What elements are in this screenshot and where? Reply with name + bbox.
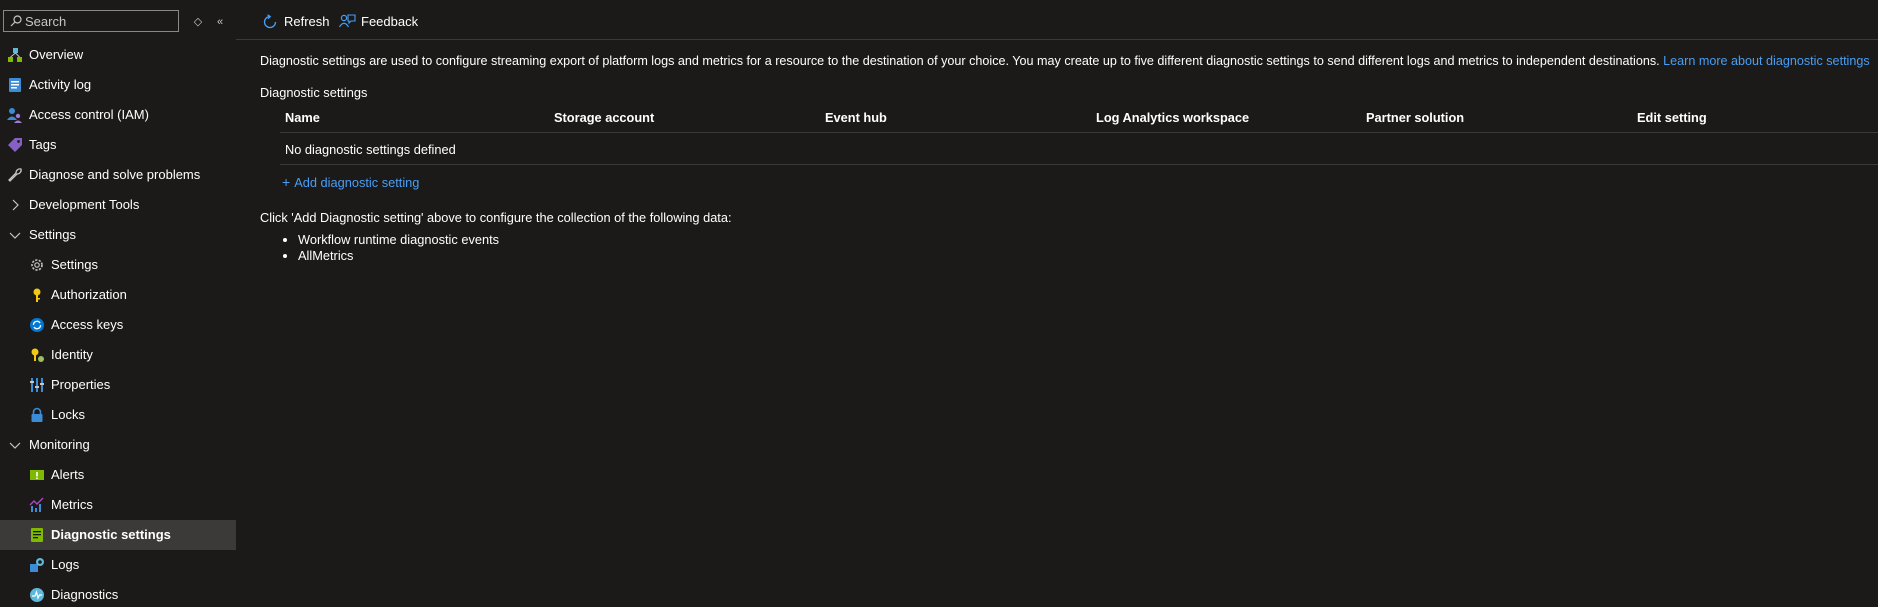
identity-icon	[31, 348, 44, 362]
data-list: Workflow runtime diagnostic events AllMe…	[260, 232, 499, 264]
column-header-storage-account[interactable]: Storage account	[554, 110, 654, 125]
sidebar-item-overview[interactable]: Overview	[0, 40, 236, 70]
diagnostic-settings-table: Name Storage account Event hub Log Analy…	[280, 105, 1878, 165]
key-icon	[33, 288, 41, 302]
table-row: No diagnostic settings defined	[280, 133, 1878, 165]
activity-log-icon	[9, 78, 21, 92]
section-title: Diagnostic settings	[260, 85, 368, 100]
sidebar-group-label: Development Tools	[29, 197, 140, 212]
collapse-sidebar-icon[interactable]: «	[211, 13, 229, 31]
sidebar: ◇ « Overview	[0, 0, 236, 607]
sidebar-item-label: Logs	[51, 557, 80, 572]
sidebar-item-authorization[interactable]: Authorization	[0, 280, 236, 310]
sidebar-item-diagnostics[interactable]: Diagnostics	[0, 580, 236, 607]
description-text: Diagnostic settings are used to configur…	[260, 54, 1660, 68]
table-header: Name Storage account Event hub Log Analy…	[280, 105, 1878, 133]
plus-icon: +	[282, 174, 291, 190]
alert-icon	[30, 470, 44, 480]
sidebar-item-alerts[interactable]: Alerts	[0, 460, 236, 490]
sidebar-item-settings[interactable]: Settings	[0, 250, 236, 280]
overview-icon	[8, 48, 22, 62]
sidebar-item-diagnose[interactable]: Diagnose and solve problems	[0, 160, 236, 190]
search-box[interactable]	[3, 10, 179, 32]
sidebar-item-diagnostic-settings[interactable]: Diagnostic settings	[0, 520, 236, 550]
chevron-down-icon	[9, 442, 21, 449]
search-input[interactable]	[25, 12, 175, 30]
expand-collapse-icon[interactable]: ◇	[189, 13, 207, 31]
app-window: ◇ « Overview	[0, 0, 1878, 607]
sidebar-item-access-keys[interactable]: Access keys	[0, 310, 236, 340]
sidebar-group-label: Monitoring	[29, 437, 90, 452]
learn-more-link[interactable]: Learn more about diagnostic settings	[1663, 54, 1870, 68]
sidebar-item-label: Metrics	[51, 497, 93, 512]
sidebar-item-label: Access control (IAM)	[29, 107, 149, 122]
sidebar-item-label: Locks	[51, 407, 85, 422]
feedback-label: Feedback	[361, 14, 419, 29]
search-row: ◇ «	[3, 10, 233, 34]
description: Diagnostic settings are used to configur…	[260, 54, 1870, 68]
sidebar-item-label: Diagnostic settings	[51, 527, 171, 542]
column-header-name[interactable]: Name	[285, 110, 320, 125]
logs-icon	[30, 558, 44, 572]
sidebar-group-settings[interactable]: Settings	[0, 220, 236, 250]
feedback-icon	[339, 14, 356, 28]
sidebar-item-label: Diagnose and solve problems	[29, 167, 201, 182]
sidebar-group-monitoring[interactable]: Monitoring	[0, 430, 236, 460]
diagnostic-settings-icon	[31, 528, 43, 542]
properties-icon	[30, 378, 44, 392]
column-header-edit-setting[interactable]: Edit setting	[1637, 110, 1707, 125]
wrench-icon	[8, 168, 22, 182]
diagnostics-icon	[30, 588, 44, 602]
main-content: Refresh Feedback Diagnostic settings are…	[236, 0, 1878, 607]
sidebar-item-label: Access keys	[51, 317, 124, 332]
collection-note: Click 'Add Diagnostic setting' above to …	[260, 210, 732, 225]
sidebar-item-label: Diagnostics	[51, 587, 119, 602]
sidebar-item-access-control[interactable]: Access control (IAM)	[0, 100, 236, 130]
chevron-down-icon	[9, 232, 21, 239]
sidebar-nav: Overview Activity log Access control (IA…	[0, 40, 236, 607]
refresh-icon	[263, 14, 277, 29]
sidebar-item-identity[interactable]: Identity	[0, 340, 236, 370]
sidebar-item-label: Authorization	[51, 287, 127, 302]
lock-icon	[31, 407, 43, 422]
sidebar-item-label: Alerts	[51, 467, 85, 482]
sidebar-item-locks[interactable]: Locks	[0, 400, 236, 430]
command-bar: Refresh Feedback	[236, 0, 1878, 40]
access-keys-icon	[30, 318, 44, 332]
chevron-right-icon	[12, 199, 19, 211]
refresh-label: Refresh	[284, 14, 330, 29]
sidebar-group-label: Settings	[29, 227, 76, 242]
list-item: Workflow runtime diagnostic events	[298, 232, 499, 248]
access-control-icon	[7, 108, 22, 123]
sidebar-item-properties[interactable]: Properties	[0, 370, 236, 400]
sidebar-item-activity-log[interactable]: Activity log	[0, 70, 236, 100]
add-diagnostic-setting-link[interactable]: + Add diagnostic setting	[282, 174, 419, 190]
column-header-log-analytics[interactable]: Log Analytics workspace	[1096, 110, 1249, 125]
sidebar-item-label: Activity log	[29, 77, 92, 92]
tag-icon	[8, 138, 22, 152]
sidebar-item-logs[interactable]: Logs	[0, 550, 236, 580]
empty-message: No diagnostic settings defined	[285, 142, 456, 157]
sidebar-group-development-tools[interactable]: Development Tools	[0, 190, 236, 220]
add-diagnostic-setting-label: Add diagnostic setting	[294, 175, 420, 190]
column-header-event-hub[interactable]: Event hub	[825, 110, 887, 125]
gear-icon	[31, 259, 43, 271]
sidebar-item-tags[interactable]: Tags	[0, 130, 236, 160]
sidebar-item-label: Overview	[29, 47, 84, 62]
search-icon	[10, 15, 22, 27]
sidebar-item-metrics[interactable]: Metrics	[0, 490, 236, 520]
sidebar-item-label: Identity	[51, 347, 93, 362]
sidebar-item-label: Settings	[51, 257, 98, 272]
metrics-icon	[29, 497, 44, 512]
sidebar-item-label: Properties	[51, 377, 111, 392]
list-item: AllMetrics	[298, 248, 499, 264]
column-header-partner-solution[interactable]: Partner solution	[1366, 110, 1464, 125]
sidebar-item-label: Tags	[29, 137, 57, 152]
